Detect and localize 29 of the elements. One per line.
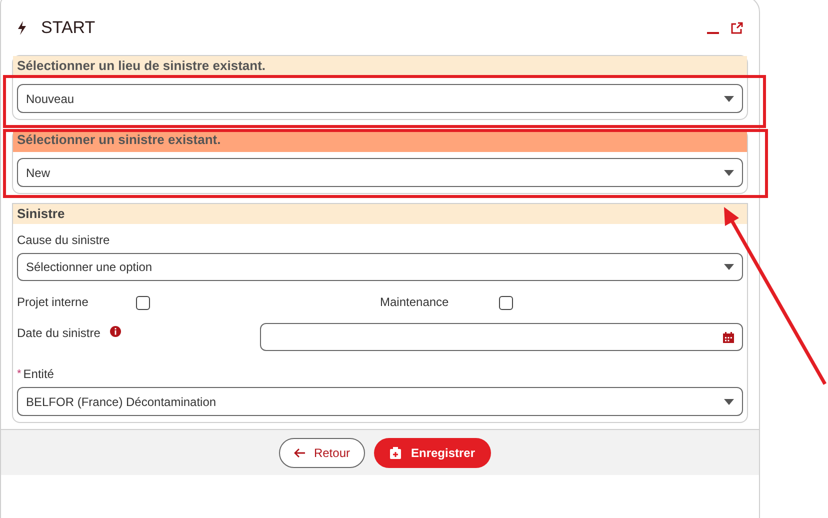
calendar-icon [723,332,734,342]
checkbox-label: Projet interne [17,294,90,311]
dropdown-caret-icon [724,264,734,270]
entity-select[interactable]: BELFOR (France) Décontamination [17,387,743,416]
section-heading: Sinistre [13,204,747,224]
lookup-select[interactable]: Nouveau [17,84,743,113]
checkbox[interactable] [136,296,150,310]
dialog-title: START [41,17,96,40]
arrow-left-icon [294,448,306,458]
back-button[interactable]: Retour [278,438,365,468]
lookup-select[interactable]: New [17,158,743,187]
clipboard-plus-icon [390,446,401,458]
field-label: Date du sinistre [17,325,100,342]
date-field[interactable] [260,323,743,351]
dropdown-caret-icon [724,398,734,404]
external-link-icon[interactable] [731,22,743,34]
field-label: Cause du sinistre [16,232,111,249]
dropdown-caret-icon [724,96,734,102]
required-marker: * [17,366,22,382]
minimize-icon[interactable] [707,31,719,35]
checkbox-label: Maintenance [380,294,450,311]
checkbox[interactable] [499,296,513,310]
lightning-icon [17,21,27,35]
info-icon [110,326,122,336]
section-heading: Sélectionner un sinistre existant. [13,130,747,152]
cause-select[interactable]: Sélectionner une option [17,253,743,281]
dropdown-caret-icon [724,170,734,176]
save-button[interactable]: Enregistrer [374,438,492,468]
field-label: Entité [23,366,54,383]
